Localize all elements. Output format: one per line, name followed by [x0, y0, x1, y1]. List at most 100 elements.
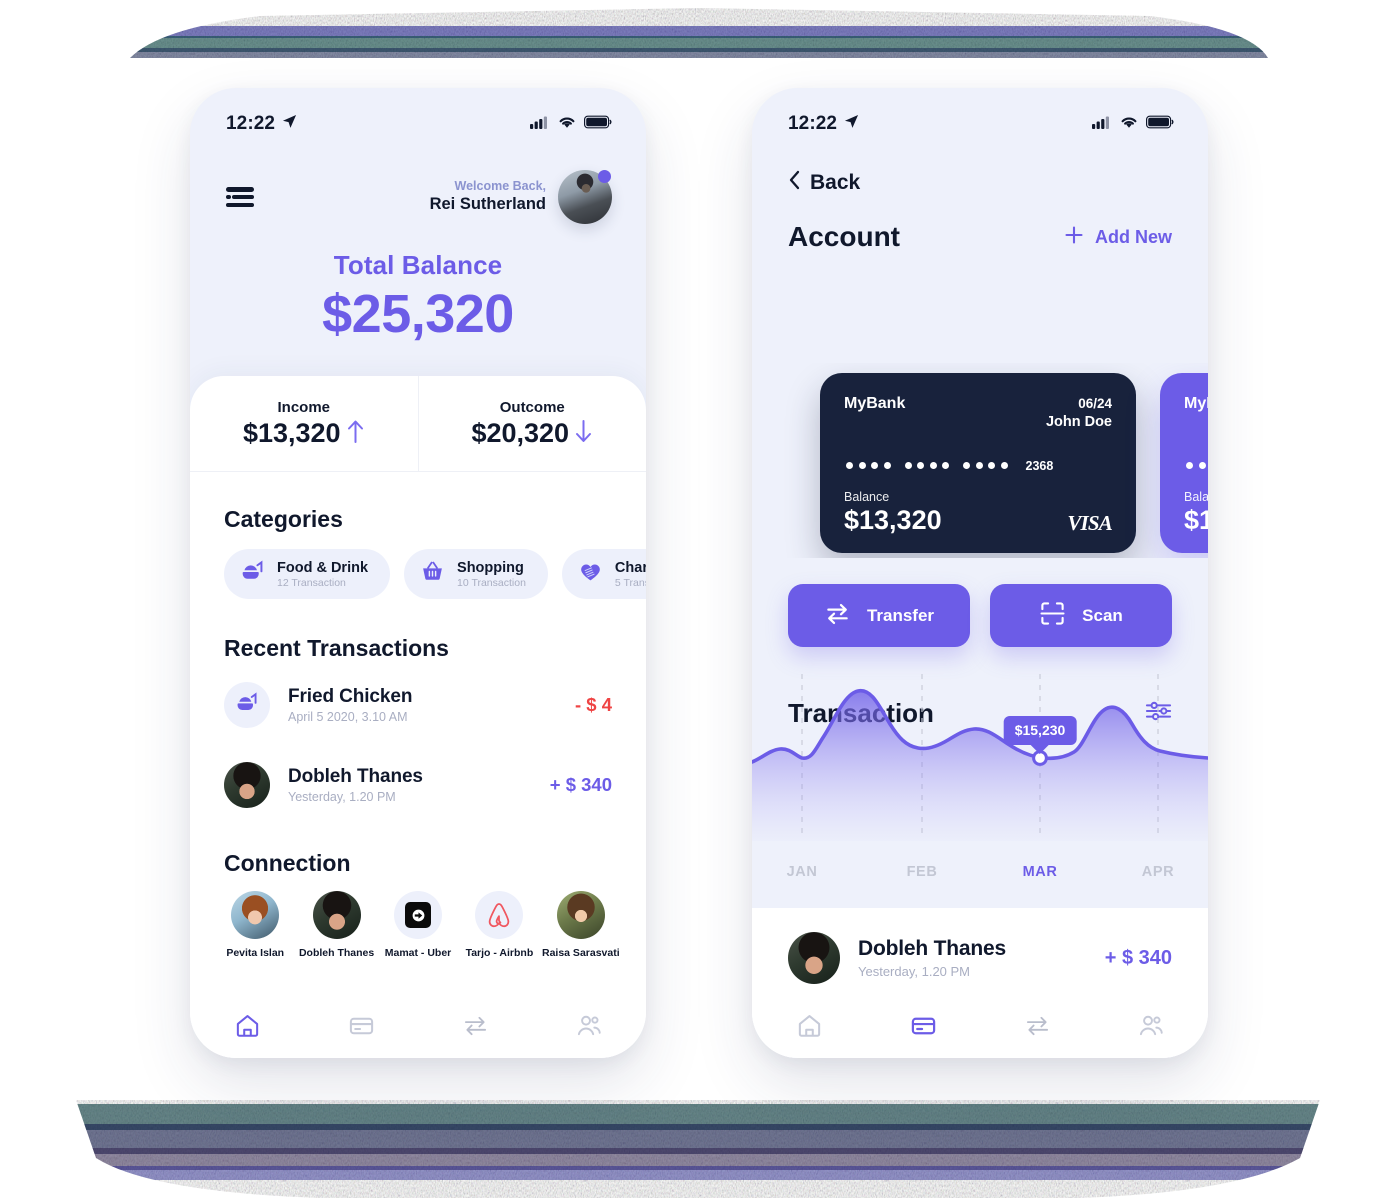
avatar — [556, 891, 605, 939]
recent-transactions-title: Recent Transactions — [224, 635, 449, 661]
balance-area-chart[interactable]: $15,230 JAN FEB MAR APR — [752, 666, 1208, 896]
transaction-icon-wrapper — [224, 682, 270, 728]
account-actions: Transfer Scan — [788, 584, 1172, 647]
transaction-text: Fried Chicken April 5 2020, 3.10 AM — [288, 686, 575, 724]
category-chip-shopping[interactable]: Shopping 10 Transaction — [404, 549, 548, 599]
card-balance-label: Balance — [1184, 489, 1208, 504]
wifi-icon — [558, 115, 576, 134]
phone-home-screen: 12:22 Welcome Back, Rei Sutherland Total… — [190, 88, 646, 1058]
transaction-amount: - $ 4 — [574, 694, 612, 715]
category-chip-text: Charity 5 Transaction — [615, 560, 646, 589]
total-balance-value: $25,320 — [322, 284, 514, 344]
card-digit-group — [846, 462, 891, 470]
transfer-label: Transfer — [866, 605, 935, 625]
card-number: 2368 — [844, 459, 1112, 473]
back-button[interactable]: Back — [752, 146, 1208, 195]
transaction-row[interactable]: Dobleh Thanes Yesterday, 1.20 PM + $ 340 — [752, 918, 1208, 998]
account-header: Account Add New — [752, 195, 1208, 253]
nav-item-home[interactable] — [190, 1012, 304, 1039]
category-count: 12 Transaction — [277, 576, 346, 589]
card-icon — [911, 1017, 935, 1034]
chart-area-fill — [752, 690, 1208, 841]
transaction-date: April 5 2020, 3.10 AM — [288, 710, 408, 724]
category-chip-food-drink[interactable]: Food & Drink 12 Transaction — [224, 549, 391, 599]
total-balance-label: Total Balance — [333, 250, 503, 280]
outcome-label: Outcome — [499, 398, 565, 416]
connection-name: Tarjo - Airbnb — [465, 947, 534, 959]
card-holder-name: John Doe — [1045, 414, 1112, 431]
outcome-cell[interactable]: Outcome $20,320 — [417, 376, 647, 471]
outcome-value-row: $20,320 — [471, 418, 593, 449]
nav-item-transfer[interactable] — [418, 1012, 532, 1039]
chart-tick-feb: FEB — [906, 864, 938, 880]
add-new-button[interactable]: Add New — [1064, 225, 1172, 250]
category-chip-charity[interactable]: Charity 5 Transaction — [561, 549, 646, 599]
shopping-basket-icon — [420, 559, 445, 589]
card-bank-name: MyBank — [844, 395, 906, 412]
page-title: Account — [788, 221, 900, 252]
total-balance-block: Total Balance $25,320 — [190, 250, 646, 345]
status-bar-right — [530, 115, 612, 134]
greeting-text: Welcome Back, Rei Sutherland — [430, 178, 546, 215]
card-bank-name: MyBank — [1184, 395, 1208, 412]
nav-item-transfer[interactable] — [980, 1012, 1094, 1039]
chart-tick-jan: JAN — [786, 864, 818, 880]
hamburger-menu-icon[interactable] — [226, 187, 254, 207]
card-balance-value: $13,320 — [844, 504, 942, 535]
food-drink-icon — [235, 691, 259, 720]
chart-x-axis: JAN FEB MAR APR — [752, 864, 1208, 884]
welcome-back-label: Welcome Back, — [454, 179, 546, 194]
nav-item-cards[interactable] — [866, 1012, 980, 1039]
list-item[interactable]: Tarjo - Airbnb — [460, 891, 538, 959]
transfer-icon — [1026, 1016, 1048, 1035]
list-item[interactable]: Raisa Sarasvati — [542, 891, 620, 959]
status-bar-right — [1092, 115, 1174, 134]
list-item[interactable]: Dobleh Thanes — [297, 891, 375, 959]
notification-badge-dot — [598, 170, 611, 183]
people-icon — [577, 1015, 601, 1035]
scan-icon — [1039, 600, 1066, 632]
add-new-label: Add New — [1094, 226, 1172, 247]
card-bottom-row: Balance $13,320 VISA — [1184, 490, 1208, 536]
card-carousel[interactable]: MyBank 06/24 John Doe 2368 Balance $13,3 — [752, 363, 1208, 558]
status-bar-time: 12:22 — [788, 113, 838, 134]
cellular-signal-icon — [530, 115, 550, 134]
card-bottom-row: Balance $13,320 VISA — [844, 490, 1113, 536]
user-name: Rei Sutherland — [429, 195, 546, 214]
outcome-value: $20,320 — [471, 417, 570, 448]
screenshot-canvas: 12:22 Welcome Back, Rei Sutherland Total… — [0, 0, 1394, 1200]
location-arrow-icon — [282, 114, 297, 134]
card-top-row: MyBank 06/24 John Doe — [1184, 395, 1208, 433]
cellular-signal-icon — [1092, 115, 1112, 134]
bank-card-primary[interactable]: MyBank 06/24 John Doe 2368 Balance $13,3 — [820, 373, 1136, 553]
transfer-button[interactable]: Transfer — [788, 584, 970, 647]
card-expiry: 06/24 — [1078, 396, 1112, 411]
nav-item-cards[interactable] — [304, 1012, 418, 1039]
bank-card-secondary[interactable]: MyBank 06/24 John Doe 2368 Balance $13,3 — [1160, 373, 1208, 553]
scan-button[interactable]: Scan — [990, 584, 1172, 647]
avatar[interactable] — [558, 170, 612, 224]
card-number: 2368 — [1184, 459, 1208, 473]
transaction-row[interactable]: Fried Chicken April 5 2020, 3.10 AM - $ … — [190, 674, 646, 736]
status-bar: 12:22 — [752, 88, 1208, 146]
battery-full-icon — [1146, 115, 1174, 134]
avatar — [788, 932, 840, 984]
home-header: Welcome Back, Rei Sutherland — [190, 146, 646, 224]
list-item[interactable]: Pevita Islan — [216, 891, 294, 959]
nav-item-people[interactable] — [532, 1012, 646, 1039]
top-render-artifact — [0, 0, 1394, 58]
categories-list[interactable]: Food & Drink 12 Transaction Shopping 10 … — [190, 549, 646, 599]
list-item[interactable]: Mamat - Uber — [379, 891, 457, 959]
nav-item-people[interactable] — [1094, 1012, 1208, 1039]
nav-item-home[interactable] — [752, 1012, 866, 1039]
phone-account-screen: 12:22 Back Account Add New MyBank 06/24 … — [752, 88, 1208, 1058]
arrow-down-icon — [574, 418, 593, 449]
avatar — [312, 891, 361, 939]
income-cell[interactable]: Income $13,320 — [190, 376, 418, 471]
card-balance-value: $13,320 — [1184, 504, 1208, 535]
user-greeting[interactable]: Welcome Back, Rei Sutherland — [430, 170, 612, 224]
battery-full-icon — [584, 115, 612, 134]
chart-svg — [752, 674, 1208, 841]
transaction-row[interactable]: Dobleh Thanes Yesterday, 1.20 PM + $ 340 — [190, 754, 646, 816]
uber-logo-mark — [405, 902, 432, 928]
